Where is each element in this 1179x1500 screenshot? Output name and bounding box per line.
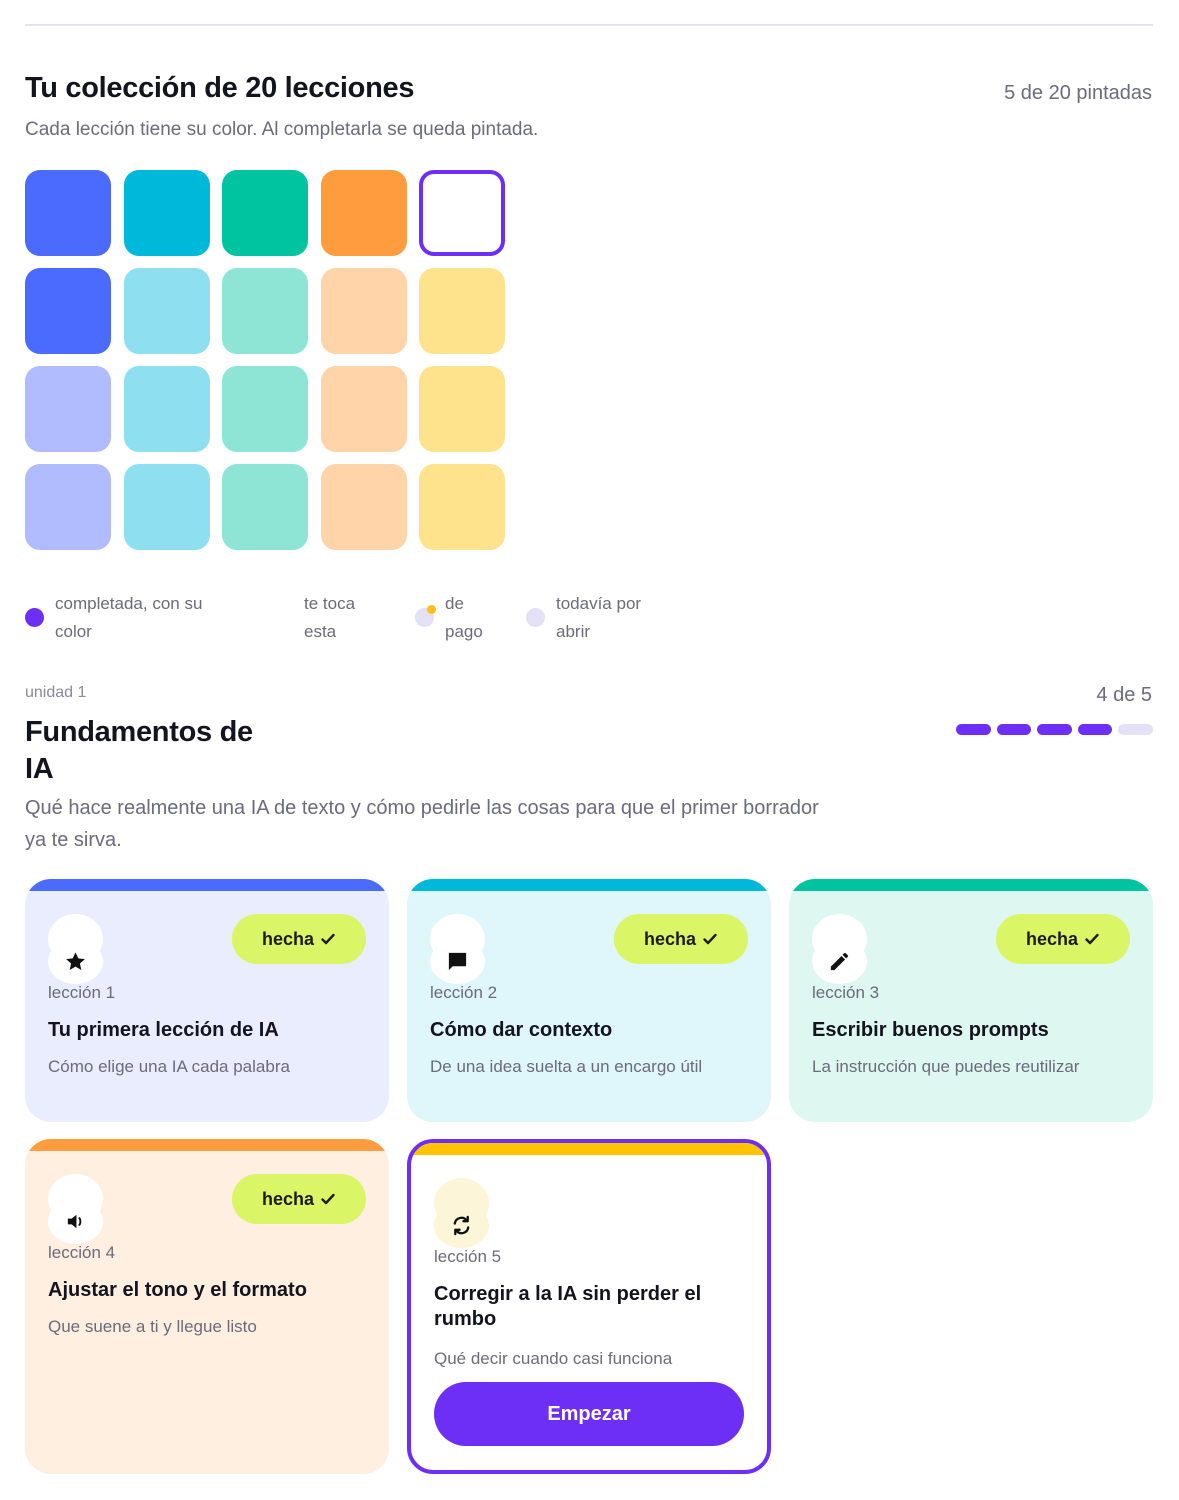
lesson-number: lección 3 xyxy=(812,983,880,1002)
lesson-title: Escribir buenos prompts xyxy=(812,1019,1049,1041)
legend-item-paid: de pago xyxy=(415,590,505,646)
lesson-description: De una idea suelta a un encargo útil xyxy=(430,1057,703,1076)
unit-title: Fundamentos de IA xyxy=(25,716,253,785)
checkmark-icon xyxy=(321,1193,335,1205)
checkmark-icon xyxy=(1085,933,1099,945)
lesson-description: Que suene a ti y llegue listo xyxy=(48,1317,257,1336)
lesson-status-label: hecha xyxy=(643,928,697,949)
unit-label: unidad 1 xyxy=(25,684,87,701)
progress-segment xyxy=(996,724,1032,735)
lesson-card-5[interactable]: lección 5 Corregir a la IA sin perder el… xyxy=(407,1139,771,1474)
collection-subtitle: Cada lección tiene su color. Al completa… xyxy=(25,119,539,140)
lesson-description: Cómo elige una IA cada palabra xyxy=(48,1057,290,1076)
progress-segment xyxy=(1077,724,1113,735)
legend-item-completed: completada, con su color xyxy=(25,590,235,646)
legend-label: de pago xyxy=(445,594,483,641)
lesson-number: lección 4 xyxy=(48,1243,116,1262)
lesson-number: lección 1 xyxy=(48,983,116,1002)
collection-tile-14 xyxy=(320,366,407,452)
refresh-icon xyxy=(434,1178,489,1248)
lesson-title: Cómo dar contexto xyxy=(430,1019,613,1041)
chat-bubble-icon xyxy=(430,914,485,984)
collection-tile-11 xyxy=(25,366,111,452)
collection-grid xyxy=(25,170,505,550)
progress-segment xyxy=(1037,724,1072,735)
legend-dot-locked xyxy=(526,608,545,627)
lesson-title: Ajustar el tono y el formato xyxy=(48,1279,307,1301)
unit-progress-bar xyxy=(956,724,1153,735)
collection-tile-2 xyxy=(123,170,210,256)
collection-tile-8 xyxy=(222,268,308,354)
lesson-title: Tu primera lección de IA xyxy=(48,1019,279,1041)
collection-tile-5 xyxy=(419,170,505,256)
top-divider xyxy=(25,24,1153,26)
collection-tile-17 xyxy=(123,464,210,550)
star-icon xyxy=(48,914,103,984)
collection-tile-10 xyxy=(419,268,505,354)
lesson-card-accent-bar xyxy=(411,1143,767,1155)
lesson-number: lección 2 xyxy=(430,983,498,1002)
legend-label: todavía por abrir xyxy=(556,594,642,641)
lesson-title: Corregir a la IA sin perder el rumbo xyxy=(434,1283,702,1330)
collection-tile-4 xyxy=(320,170,407,256)
legend-dot-paid xyxy=(415,605,436,627)
collection-tile-13 xyxy=(222,366,308,452)
collection-count: 5 de 20 pintadas xyxy=(1004,82,1152,104)
legend-label: te toca esta xyxy=(304,594,356,641)
lesson-card-2[interactable]: hecha lección 2 Cómo dar contexto De una… xyxy=(407,879,771,1122)
lesson-status-badge: hecha xyxy=(232,1174,366,1224)
lesson-card-accent-bar xyxy=(25,879,389,891)
lesson-card-4[interactable]: hecha lección 4 Ajustar el tono y el for… xyxy=(25,1139,389,1474)
speaker-icon xyxy=(48,1174,103,1244)
lesson-card-accent-bar xyxy=(789,879,1153,891)
collection-tile-6 xyxy=(25,268,111,354)
lesson-status-label: hecha xyxy=(1025,928,1079,949)
collection-tile-1 xyxy=(25,170,111,256)
progress-segment xyxy=(956,724,991,735)
lesson-description: La instrucción que puedes reutilizar xyxy=(812,1057,1080,1076)
legend-item-locked: todavía por abrir xyxy=(526,590,666,646)
collection-tile-20 xyxy=(419,464,505,550)
collection-tile-18 xyxy=(222,464,308,550)
checkmark-icon xyxy=(703,933,717,945)
collection-title: Tu colección de 20 lecciones xyxy=(25,72,415,104)
lesson-card-1[interactable]: hecha lección 1 Tu primera lección de IA… xyxy=(25,879,389,1122)
lesson-card-accent-bar xyxy=(25,1139,389,1151)
legend-dot-completed xyxy=(25,608,44,627)
collection-tile-12 xyxy=(123,366,210,452)
unit-description: Qué hace realmente una IA de texto y cóm… xyxy=(25,797,819,851)
checkmark-icon xyxy=(321,933,335,945)
paid-badge-icon xyxy=(427,605,436,614)
legend-item-current: te toca esta xyxy=(304,590,384,646)
collection-tile-3 xyxy=(222,170,308,256)
lesson-card-accent-bar xyxy=(407,879,771,891)
collection-tile-16 xyxy=(25,464,111,550)
collection-tile-9 xyxy=(320,268,407,354)
lesson-status-label: hecha xyxy=(261,928,315,949)
progress-segment xyxy=(1118,724,1153,735)
lesson-number: lección 5 xyxy=(434,1247,502,1266)
start-lesson-button[interactable]: Empezar xyxy=(434,1382,744,1446)
pencil-icon xyxy=(812,914,867,984)
collection-tile-7 xyxy=(123,268,210,354)
lesson-card-3[interactable]: hecha lección 3 Escribir buenos prompts … xyxy=(789,879,1153,1122)
collection-legend: completada, con su color te toca esta de… xyxy=(25,590,725,650)
legend-label: completada, con su color xyxy=(55,594,203,641)
lesson-status-badge: hecha xyxy=(996,914,1130,964)
lesson-status-badge: hecha xyxy=(232,914,366,964)
lesson-description: Qué decir cuando casi funciona xyxy=(434,1349,673,1368)
lesson-status-label: hecha xyxy=(261,1188,315,1209)
unit-progress-count: 4 de 5 xyxy=(1096,684,1152,706)
collection-tile-19 xyxy=(320,464,407,550)
lesson-status-badge: hecha xyxy=(614,914,748,964)
collection-tile-15 xyxy=(419,366,505,452)
